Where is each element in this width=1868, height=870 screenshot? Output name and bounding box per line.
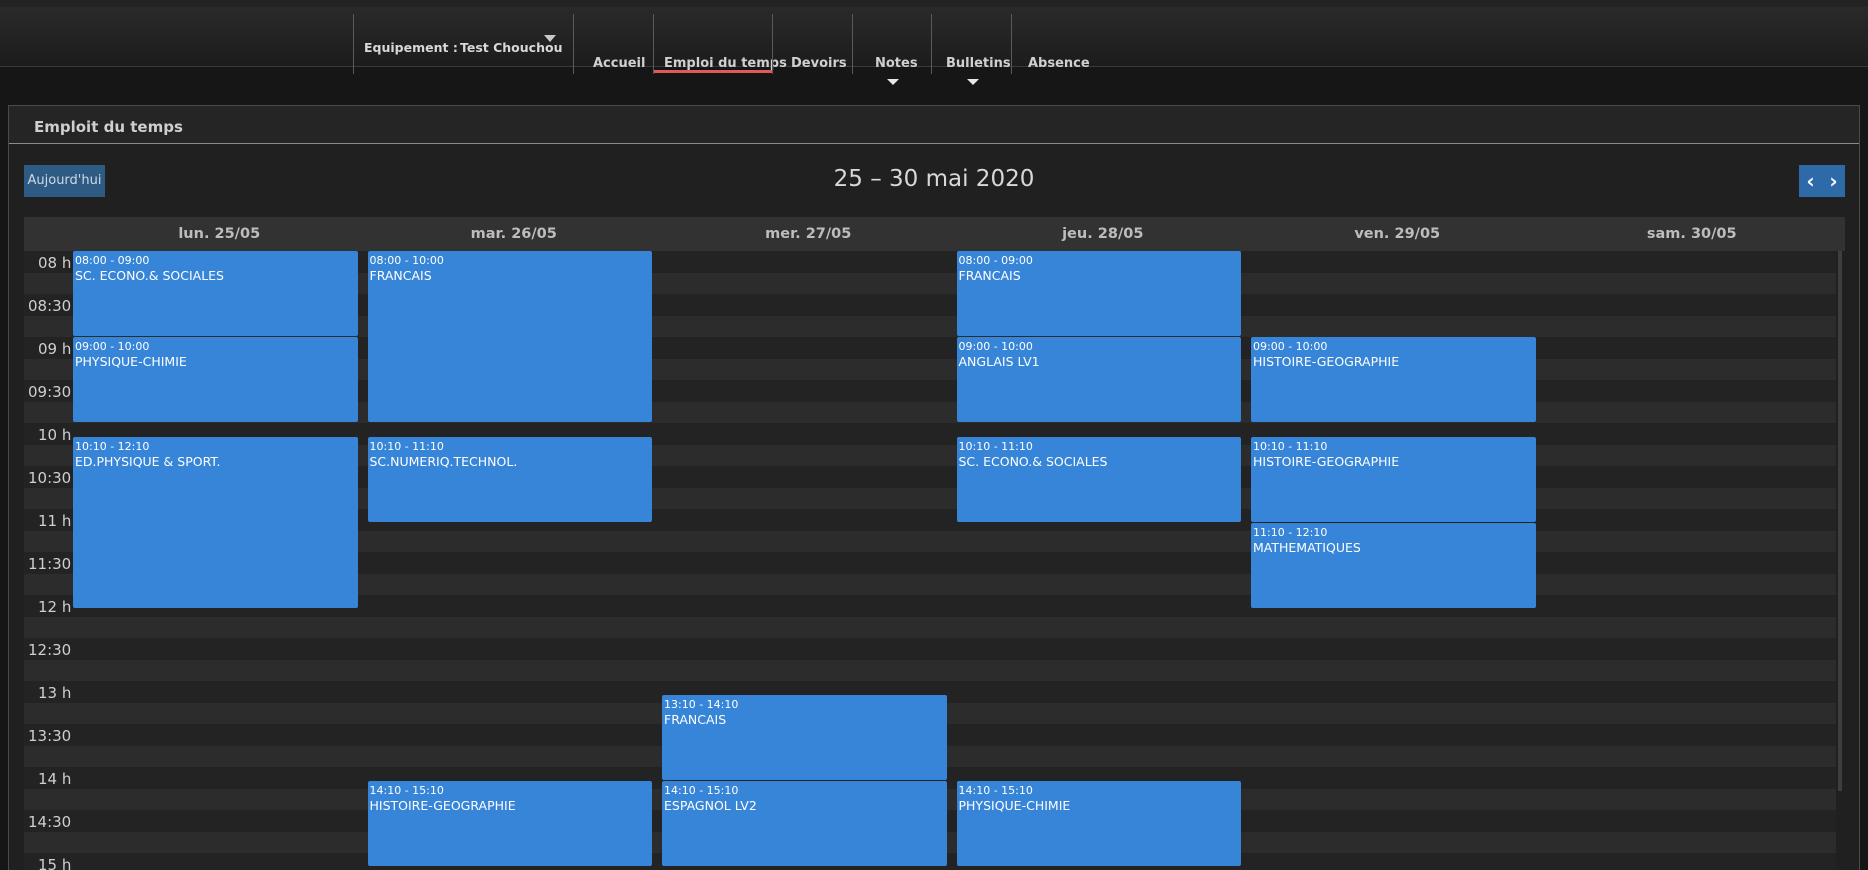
time-label: 14 h [38, 770, 72, 788]
timetable-event[interactable]: 11:10 - 12:10 MATHEMATIQUES [1251, 523, 1536, 608]
timetable-event[interactable]: 14:10 - 15:10 ESPAGNOL LV2 [662, 781, 947, 866]
timetable-event[interactable]: 08:00 - 09:00 FRANCAIS [956, 251, 1241, 336]
day-header: ven. 29/05 [1354, 226, 1441, 242]
event-time: 10:10 - 12:10 [75, 440, 150, 454]
event-subject: HISTOIRE-GEOGRAPHIE [369, 798, 516, 814]
event-subject: FRANCAIS [369, 268, 432, 283]
timetable-event[interactable]: 10:10 - 11:10 SC. ECONO.& SOCIALES [956, 437, 1241, 522]
event-time: 14:10 - 15:10 [369, 784, 444, 798]
event-time: 10:10 - 11:10 [1253, 440, 1328, 454]
timetable-event[interactable]: 10:10 - 11:10 HISTOIRE-GEOGRAPHIE [1251, 437, 1536, 522]
nav-item-notes[interactable]: Notes [875, 56, 918, 71]
timetable-event[interactable]: 10:10 - 12:10 ED.PHYSIQUE & SPORT. [73, 437, 358, 608]
nav-item-accueil[interactable]: Accueil [593, 56, 645, 71]
event-time: 09:00 - 10:00 [1253, 340, 1328, 353]
calendar-day-header: lun. 25/05 mar. 26/05 mer. 27/05 jeu. 28/05… [24, 217, 1845, 251]
panel-title: Emploit du temps [34, 118, 183, 136]
time-label: 11 h [38, 512, 72, 530]
time-slot-row [24, 638, 1836, 660]
time-label: 08 h [38, 254, 72, 272]
day-header: mar. 26/05 [470, 226, 557, 242]
event-time: 09:00 - 10:00 [75, 340, 150, 353]
event-subject: PHYSIQUE-CHIMIE [75, 354, 187, 369]
event-subject: SC. ECONO.& SOCIALES [75, 268, 224, 283]
nav-separator [573, 14, 574, 74]
event-time: 08:00 - 09:00 [958, 254, 1033, 267]
nav-separator [852, 14, 853, 74]
day-header: lun. 25/05 [178, 226, 261, 242]
equipment-label: Equipement : [364, 40, 458, 55]
event-subject: PHYSIQUE-CHIMIE [958, 798, 1071, 814]
nav-separator [1011, 14, 1012, 74]
time-slot-row [24, 659, 1836, 681]
time-label: 10:30 [28, 469, 72, 487]
active-tab-indicator [654, 70, 772, 73]
timetable-event[interactable]: 09:00 - 10:00 PHYSIQUE-CHIMIE [73, 337, 358, 422]
nav-separator [772, 14, 773, 74]
time-label: 13 h [38, 684, 72, 702]
nav-separator [931, 14, 932, 74]
time-label: 11:30 [28, 555, 72, 573]
calendar-scrollbar[interactable] [1838, 251, 1842, 791]
nav-item-absence[interactable]: Absence [1028, 56, 1090, 71]
calendar-nav-buttons: ‹ › [1799, 165, 1845, 197]
time-label: 13:30 [28, 727, 72, 745]
timetable-event[interactable]: 08:00 - 09:00 SC. ECONO.& SOCIALES [73, 251, 358, 336]
notes-dropdown-caret-icon[interactable] [887, 79, 899, 85]
nav-item-emploi-du-temps[interactable]: Emploi du temps [664, 56, 787, 71]
event-subject: SC. ECONO.& SOCIALES [958, 454, 1108, 470]
event-subject: FRANCAIS [664, 712, 727, 728]
nav-item-bulletins[interactable]: Bulletins [946, 56, 1011, 71]
event-time: 14:10 - 15:10 [664, 784, 739, 798]
event-subject: HISTOIRE-GEOGRAPHIE [1253, 354, 1400, 369]
timetable-event[interactable]: 13:10 - 14:10 FRANCAIS [662, 695, 947, 780]
equipment-selector[interactable]: Equipement : Test Chouchou [353, 7, 573, 74]
timetable-event[interactable]: 14:10 - 15:10 HISTOIRE-GEOGRAPHIE [367, 781, 652, 866]
event-time: 14:10 - 15:10 [958, 784, 1033, 798]
event-time: 08:00 - 09:00 [75, 254, 150, 267]
timetable-event[interactable]: 14:10 - 15:10 PHYSIQUE-CHIMIE [956, 781, 1241, 866]
chevron-left-icon[interactable]: ‹ [1799, 165, 1822, 197]
timetable-event[interactable]: 09:00 - 10:00 ANGLAIS LV1 [956, 337, 1241, 422]
time-label: 09 h [38, 340, 72, 358]
day-header: mer. 27/05 [765, 226, 852, 242]
time-label: 14:30 [28, 813, 72, 831]
event-time: 11:10 - 12:10 [1253, 526, 1328, 540]
event-subject: ANGLAIS LV1 [958, 354, 1040, 369]
event-subject: ED.PHYSIQUE & SPORT. [75, 454, 221, 470]
event-subject: HISTOIRE-GEOGRAPHIE [1253, 454, 1400, 470]
panel-header: Emploit du temps [9, 106, 1859, 144]
time-label: 12:30 [28, 641, 72, 659]
nav-item-devoirs[interactable]: Devoirs [791, 56, 847, 71]
event-time: 10:10 - 11:10 [369, 440, 444, 454]
equipment-value[interactable]: Test Chouchou [460, 40, 562, 55]
chevron-right-icon[interactable]: › [1822, 165, 1845, 197]
calendar-time-grid[interactable]: 08 h 08:30 09 h 09:30 10 h 10:30 11 h 11:30 12 h… [24, 251, 1836, 870]
day-header: sam. 30/05 [1646, 226, 1737, 242]
time-slot-row [24, 616, 1836, 638]
day-header: jeu. 28/05 [1062, 226, 1144, 242]
top-navigation-bar: Equipement : Test Chouchou Accueil Emplo… [0, 0, 1868, 74]
time-label: 08:30 [28, 297, 72, 315]
calendar-date-range-title: 25 – 30 mai 2020 [833, 166, 1035, 192]
time-label: 10 h [38, 426, 72, 444]
timetable-event[interactable]: 08:00 - 10:00 FRANCAIS [367, 251, 652, 422]
event-subject: ESPAGNOL LV2 [664, 798, 757, 814]
event-subject: MATHEMATIQUES [1253, 540, 1361, 556]
time-label: 09:30 [28, 383, 72, 401]
event-time: 13:10 - 14:10 [664, 698, 739, 712]
nav-separator [653, 14, 654, 74]
event-time: 10:10 - 11:10 [958, 440, 1033, 454]
bulletins-dropdown-caret-icon[interactable] [967, 79, 979, 85]
time-label: 15 h [38, 856, 72, 870]
chevron-down-icon[interactable] [544, 35, 556, 42]
event-subject: FRANCAIS [958, 268, 1021, 283]
timetable-event[interactable]: 09:00 - 10:00 HISTOIRE-GEOGRAPHIE [1251, 337, 1536, 422]
event-subject: SC.NUMERIQ.TECHNOL. [369, 454, 518, 470]
event-time: 08:00 - 10:00 [369, 254, 444, 267]
event-time: 09:00 - 10:00 [958, 340, 1033, 353]
time-label: 12 h [38, 598, 72, 616]
timetable-event[interactable]: 10:10 - 11:10 SC.NUMERIQ.TECHNOL. [367, 437, 652, 522]
